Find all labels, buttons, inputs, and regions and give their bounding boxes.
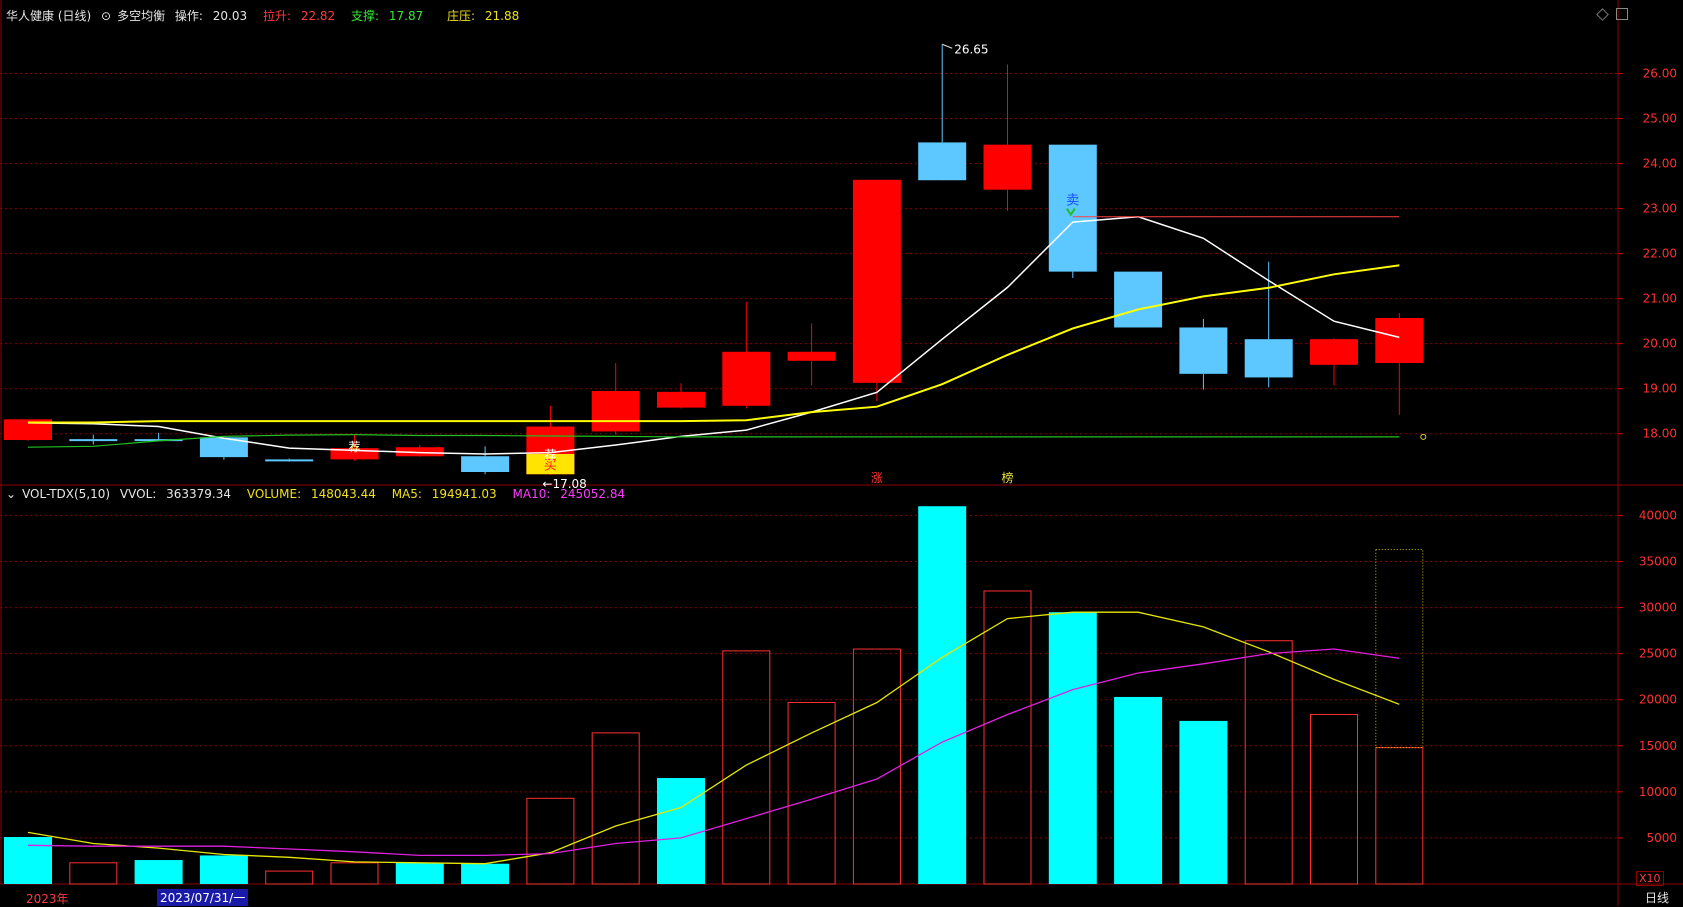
- volume-bar: [852, 648, 901, 885]
- volume-bar: [265, 870, 314, 885]
- volume-bar: [395, 862, 444, 884]
- operate-value: 20.03: [212, 9, 248, 23]
- volume-tick-label: 15000: [1639, 739, 1677, 753]
- volume-tick-label: 30000: [1639, 601, 1677, 615]
- volume-bar: [69, 862, 118, 885]
- year-label: 2023年: [26, 892, 69, 906]
- sell-mark: 卖: [1066, 194, 1079, 209]
- candle-body: [787, 351, 836, 361]
- volume-collapse-icon[interactable]: ⌄: [6, 487, 16, 501]
- volume-bar: [526, 797, 575, 885]
- candle-body: [657, 391, 705, 408]
- volume-bar: [1375, 747, 1424, 885]
- vvol-value: 363379.34: [166, 487, 232, 501]
- support-value: 17.87: [388, 9, 424, 23]
- ma5-label: MA5:: [391, 487, 426, 501]
- support-dot: [1420, 433, 1427, 440]
- candle-body: [461, 456, 510, 472]
- volume-tick-label: 5000: [1646, 831, 1677, 845]
- pull-value: 22.82: [300, 9, 336, 23]
- indicator-name[interactable]: 多空均衡: [117, 9, 165, 23]
- candle-body: [1179, 327, 1228, 374]
- volume-label: VOLUME:: [246, 487, 305, 501]
- volume-bar: [1179, 720, 1228, 884]
- volume-bar: [591, 732, 640, 885]
- panel-maximize-icon[interactable]: [1616, 8, 1628, 20]
- volume-bar: [4, 837, 52, 884]
- pressure-value: 21.88: [484, 9, 520, 23]
- volume-projection-bar: [1375, 549, 1424, 749]
- stock-title[interactable]: 华人健康 (日线): [6, 9, 91, 23]
- price-candles: [4, 44, 1424, 476]
- bang-mark: 榜: [1001, 470, 1013, 485]
- price-tick-label: 26.00: [1643, 67, 1677, 81]
- volume-bar: [918, 506, 967, 884]
- volume-indicator-name[interactable]: VOL-TDX(5,10): [22, 487, 110, 501]
- volume-bar: [1114, 696, 1163, 884]
- pull-label: 拉升:: [262, 9, 295, 23]
- volume-bar: [1310, 713, 1358, 885]
- rec-mark-2: 荐: [544, 448, 556, 462]
- volume-value: 148043.44: [310, 487, 376, 501]
- volume-bar: [722, 650, 771, 885]
- volume-bar: [134, 860, 183, 884]
- volume-bar: [983, 590, 1032, 885]
- candle-body: [69, 439, 118, 442]
- chart-stage[interactable]: 26.00 25.00 24.00 23.00 22.00 21.00 20.00 19.00…: [0, 0, 1683, 906]
- high-label: 26.65: [954, 42, 988, 56]
- ma5-value: 194941.03: [431, 487, 497, 501]
- ma10-label: MA10:: [512, 487, 555, 501]
- period-label[interactable]: 日线: [1645, 889, 1669, 906]
- pressure-group: 庄压: 21.88: [447, 7, 525, 24]
- support-label: 支撑:: [351, 9, 383, 23]
- price-tick-label: 23.00: [1643, 202, 1677, 216]
- vvol-label: VVOL:: [119, 487, 161, 501]
- price-grid: [0, 0, 1683, 906]
- price-axis: 26.00 25.00 24.00 23.00 22.00 21.00 20.00 19.00…: [1618, 67, 1677, 441]
- volume-bars: [4, 506, 1424, 885]
- candle-body: [265, 459, 314, 462]
- volume-tick-label: 40000: [1639, 508, 1677, 522]
- operate-label: 操作:: [174, 9, 207, 23]
- indicator-name-icon[interactable]: ⊙: [101, 9, 111, 23]
- date-cursor-label: 2023/07/31/一: [157, 889, 249, 906]
- price-tick-label: 20.00: [1643, 337, 1677, 351]
- candle-body: [918, 142, 967, 181]
- volume-tick-label: 25000: [1639, 647, 1677, 661]
- pressure-label: 庄压:: [447, 9, 479, 23]
- price-tick-label: 22.00: [1643, 247, 1677, 261]
- volume-bar: [1244, 640, 1293, 885]
- volume-axis: 40000 35000 30000 25000 20000 15000 10000 5000: [1618, 508, 1677, 845]
- volume-bar: [330, 862, 379, 885]
- volume-bar: [199, 855, 248, 884]
- volume-header: ⌄ VOL-TDX(5,10) VVOL: 363379.34 VOLUME: 1…: [6, 487, 637, 501]
- volume-tick-label: 35000: [1639, 555, 1677, 569]
- candle-body: [722, 351, 771, 406]
- price-tick-label: 24.00: [1643, 157, 1677, 171]
- candle-body: [1114, 271, 1163, 328]
- volume-bar: [461, 863, 510, 884]
- rec-mark-1: 荐: [348, 440, 360, 454]
- zhang-mark: 涨: [871, 470, 883, 485]
- price-tick-label: 25.00: [1643, 112, 1677, 126]
- high-pointer: [942, 43, 953, 49]
- price-tick-label: 21.00: [1643, 292, 1677, 306]
- volume-bar: [1048, 612, 1097, 884]
- candle-body: [1375, 318, 1424, 364]
- candle-body: [1310, 339, 1358, 365]
- volume-bar: [657, 778, 705, 884]
- price-tick-label: 19.00: [1643, 382, 1677, 396]
- price-header: 华人健康 (日线) ⊙ 多空均衡 操作: 20.03 拉升: 22.82 支撑: …: [6, 7, 435, 24]
- volume-tick-label: 10000: [1639, 785, 1677, 799]
- candle-body: [1244, 339, 1293, 378]
- volume-tick-label: 20000: [1639, 693, 1677, 707]
- scale-label[interactable]: X10: [1636, 871, 1664, 886]
- candle-body: [983, 144, 1032, 190]
- ma10-value: 245052.84: [560, 487, 626, 501]
- price-tick-label: 18.00: [1643, 427, 1677, 441]
- volume-bar: [787, 701, 836, 885]
- candle-body: [852, 179, 901, 383]
- candle-body: [591, 390, 640, 432]
